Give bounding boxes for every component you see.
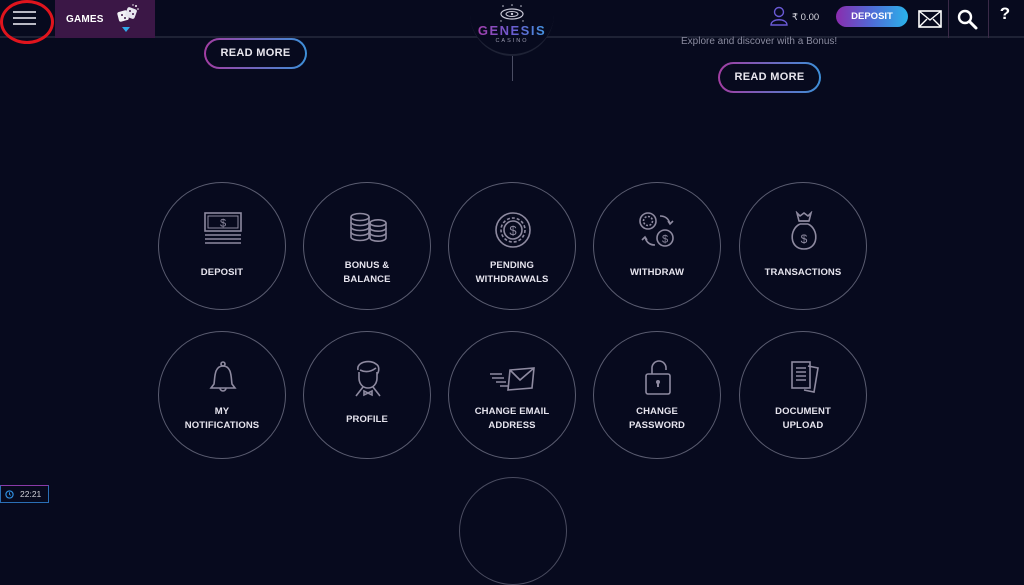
- clock-icon: [5, 489, 14, 499]
- svg-text:$: $: [220, 218, 226, 230]
- bell-icon: [209, 361, 237, 392]
- person-icon: [355, 360, 381, 397]
- search-icon: [957, 9, 978, 30]
- tile-label: DEPOSIT: [200, 267, 244, 278]
- tile-label: PROFILE: [346, 414, 388, 425]
- unlock-icon: [645, 360, 671, 395]
- divider: [988, 0, 989, 38]
- banner-tagline: Explore and discover with a Bonus!: [681, 36, 838, 47]
- tile-label: CHANGE EMAIL ADDRESS: [474, 406, 550, 431]
- tile-profile[interactable]: PROFILE: [303, 331, 431, 459]
- logo-divider-line: [512, 56, 513, 81]
- search-button[interactable]: [950, 5, 986, 33]
- logo-title: GENESIS: [470, 23, 554, 38]
- tile-pending-withdrawals[interactable]: $ PENDING WITHDRAWALS: [448, 182, 576, 310]
- chip-dollar-icon: $: [495, 212, 531, 248]
- mail-icon: [918, 10, 942, 28]
- genesis-casino-logo[interactable]: GENESIS CASINO: [470, 0, 554, 56]
- session-clock: 22:21: [0, 485, 49, 503]
- read-more-label: READ MORE: [206, 40, 305, 67]
- tile-label: WITHDRAW: [629, 267, 685, 278]
- read-more-label: READ MORE: [720, 64, 819, 91]
- tile-document-upload[interactable]: DOCUMENT UPLOAD: [739, 331, 867, 459]
- tile-deposit[interactable]: $ DEPOSIT: [158, 182, 286, 310]
- divider: [948, 0, 949, 38]
- tile-label: DOCUMENT UPLOAD: [775, 406, 831, 431]
- send-mail-icon: [490, 367, 535, 391]
- balance-amount: ₹ 0.00: [792, 12, 820, 23]
- tile-change-email[interactable]: CHANGE EMAIL ADDRESS: [448, 331, 576, 459]
- dice-icon: [117, 4, 139, 22]
- tile-partial[interactable]: [459, 477, 567, 585]
- chevron-down-icon: [122, 27, 130, 32]
- galaxy-logo-icon: [500, 4, 524, 22]
- clock-time: 22:21: [20, 489, 42, 499]
- tile-label: TRANSACTIONS: [764, 267, 842, 278]
- games-label: GAMES: [66, 13, 104, 25]
- tile-change-password[interactable]: CHANGE PASSWORD: [593, 331, 721, 459]
- tile-label: CHANGE PASSWORD: [628, 406, 686, 431]
- svg-text:$: $: [801, 232, 808, 246]
- coins-icon: [350, 212, 387, 242]
- money-bag-icon: $: [791, 211, 817, 250]
- exchange-icon: $: [639, 212, 674, 247]
- logo-subtitle: CASINO: [495, 38, 529, 44]
- help-icon: ?: [999, 4, 1011, 23]
- cash-icon: $: [204, 212, 242, 244]
- tile-label: PENDING WITHDRAWALS: [475, 260, 549, 285]
- tile-withdraw[interactable]: $ WITHDRAW: [593, 182, 721, 310]
- mail-button[interactable]: [914, 5, 946, 33]
- tile-bonus-balance[interactable]: BONUS & BALANCE: [303, 182, 431, 310]
- svg-text:$: $: [662, 234, 668, 246]
- documents-icon: [791, 361, 819, 393]
- tile-transactions[interactable]: $ TRANSACTIONS: [739, 182, 867, 310]
- deposit-button[interactable]: DEPOSIT: [836, 6, 908, 27]
- tile-label: BONUS & BALANCE: [343, 260, 391, 285]
- tile-label: MY NOTIFICATIONS: [184, 406, 260, 431]
- games-tab[interactable]: GAMES: [55, 0, 155, 38]
- help-button[interactable]: ?: [990, 4, 1020, 32]
- menu-button[interactable]: [0, 0, 55, 38]
- user-icon[interactable]: [770, 6, 788, 31]
- read-more-button-left[interactable]: READ MORE: [204, 38, 307, 69]
- tile-my-notifications[interactable]: MY NOTIFICATIONS: [158, 331, 286, 459]
- read-more-button-right[interactable]: READ MORE: [718, 62, 821, 93]
- svg-text:$: $: [509, 223, 517, 238]
